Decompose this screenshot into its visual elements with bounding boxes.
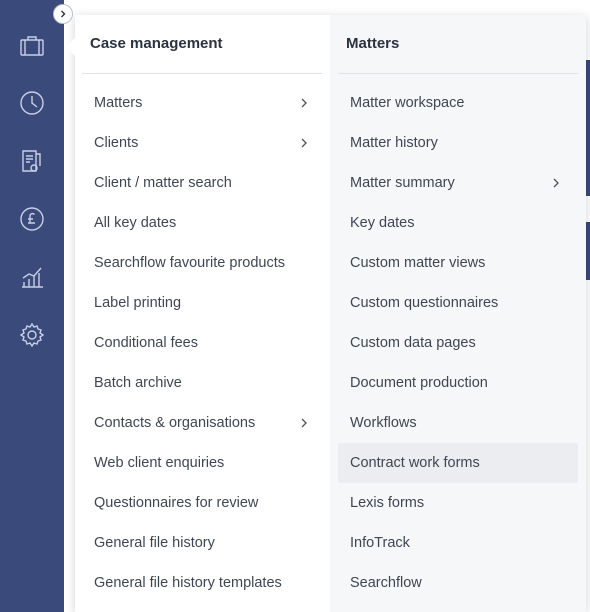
menu-item-workflows[interactable]: Workflows xyxy=(338,403,578,443)
menu-item-batch-archive[interactable]: Batch archive xyxy=(75,363,323,403)
chevron-right-icon xyxy=(300,97,308,109)
pound-icon[interactable] xyxy=(18,205,46,233)
menu-item-label: Custom questionnaires xyxy=(350,295,499,311)
clock-icon[interactable] xyxy=(18,89,46,117)
menu-item-custom-data-pages[interactable]: Custom data pages xyxy=(338,323,578,363)
menu-item-label: Matter summary xyxy=(350,175,455,191)
menu-item-general-file-history-templates[interactable]: General file history templates xyxy=(75,563,323,603)
menu-item-label: Document production xyxy=(350,375,488,391)
chevron-right-icon xyxy=(300,137,308,149)
menu-item-label: Conditional fees xyxy=(94,335,198,351)
divider xyxy=(82,73,322,74)
menu-item-label: General file history templates xyxy=(94,575,282,591)
menu-item-label: Matter history xyxy=(350,135,438,151)
briefcase-icon[interactable] xyxy=(18,32,46,60)
menu-item-label: Label printing xyxy=(94,295,182,311)
menu-item-label: Batch archive xyxy=(94,375,182,391)
menu-item-contract-work-forms[interactable]: Contract work forms xyxy=(338,443,578,483)
menu-item-label: Client / matter search xyxy=(94,175,232,191)
menu-item-label: Lexis forms xyxy=(350,495,425,511)
menu-item-label: Matter workspace xyxy=(350,95,465,111)
menu-item-label: Contract work forms xyxy=(350,455,480,471)
right-menu-column: Matters Matter workspace Matter history Ma… xyxy=(330,15,586,612)
background-field-fragment xyxy=(586,196,590,222)
menu-item-label: Key dates xyxy=(350,215,415,231)
menu-item-conditional-fees[interactable]: Conditional fees xyxy=(75,323,323,363)
chevron-right-icon xyxy=(552,177,560,189)
menu-item-label: Web client enquiries xyxy=(94,455,225,471)
menu-item-label: InfoTrack xyxy=(350,535,410,551)
gear-icon[interactable] xyxy=(18,321,46,349)
menu-item-matter-summary[interactable]: Matter summary xyxy=(338,163,578,203)
bar-chart-icon[interactable] xyxy=(18,263,46,291)
divider xyxy=(338,73,578,74)
left-column-title: Case management xyxy=(90,35,223,52)
menu-item-matter-workspace[interactable]: Matter workspace xyxy=(338,83,578,123)
left-menu-list: Matters Clients Client / matter search All … xyxy=(75,83,330,603)
menu-item-label: Clients xyxy=(94,135,139,151)
chevron-right-icon xyxy=(300,417,308,429)
menu-item-label: General file history xyxy=(94,535,215,551)
menu-item-clients[interactable]: Clients xyxy=(75,123,323,163)
menu-item-lexis-forms[interactable]: Lexis forms xyxy=(338,483,578,523)
menu-item-questionnaires-for-review[interactable]: Questionnaires for review xyxy=(75,483,323,523)
case-management-flyout: Case management Matters Clients Client / m… xyxy=(75,15,586,612)
menu-item-matter-history[interactable]: Matter history xyxy=(338,123,578,163)
menu-item-label-printing[interactable]: Label printing xyxy=(75,283,323,323)
menu-item-infotrack[interactable]: InfoTrack xyxy=(338,523,578,563)
left-menu-column: Case management Matters Clients Client / m… xyxy=(75,15,330,612)
menu-item-label: Custom data pages xyxy=(350,335,476,351)
menu-item-label: Contacts & organisations xyxy=(94,415,256,431)
flyout-pointer xyxy=(66,38,75,56)
menu-item-custom-matter-views[interactable]: Custom matter views xyxy=(338,243,578,283)
menu-item-label: Matters xyxy=(94,95,143,111)
collapse-toggle-button[interactable] xyxy=(53,4,73,24)
nav-rail xyxy=(0,0,64,612)
menu-item-label: All key dates xyxy=(94,215,177,231)
menu-item-label: Searchflow favourite products xyxy=(94,255,286,271)
background-header-fragment xyxy=(586,60,590,280)
menu-item-label: Questionnaires for review xyxy=(94,495,259,511)
menu-item-searchflow[interactable]: Searchflow xyxy=(338,563,578,603)
menu-item-custom-questionnaires[interactable]: Custom questionnaires xyxy=(338,283,578,323)
menu-item-contacts-and-organisations[interactable]: Contacts & organisations xyxy=(75,403,323,443)
menu-item-matters[interactable]: Matters xyxy=(75,83,323,123)
menu-item-all-key-dates[interactable]: All key dates xyxy=(75,203,323,243)
right-menu-list: Matter workspace Matter history Matter sum… xyxy=(330,83,586,603)
menu-item-client-matter-search[interactable]: Client / matter search xyxy=(75,163,323,203)
documents-icon[interactable] xyxy=(18,147,46,175)
menu-item-label: Searchflow xyxy=(350,575,422,591)
chevron-right-icon xyxy=(61,10,66,18)
menu-item-searchflow-favourite-products[interactable]: Searchflow favourite products xyxy=(75,243,323,283)
right-column-title: Matters xyxy=(346,35,400,52)
menu-item-label: Workflows xyxy=(350,415,417,431)
menu-item-key-dates[interactable]: Key dates xyxy=(338,203,578,243)
menu-item-web-client-enquiries[interactable]: Web client enquiries xyxy=(75,443,323,483)
menu-item-general-file-history[interactable]: General file history xyxy=(75,523,323,563)
menu-item-label: Custom matter views xyxy=(350,255,486,271)
menu-item-document-production[interactable]: Document production xyxy=(338,363,578,403)
